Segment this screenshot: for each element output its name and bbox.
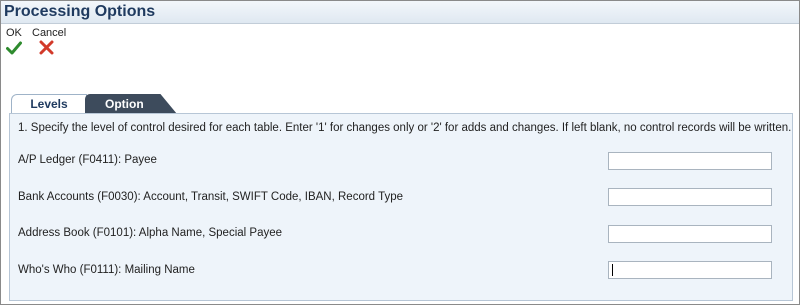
instruction-text: 1. Specify the level of control desired … (18, 122, 792, 134)
field-label-whos-who: Who's Who (F0111): Mailing Name (18, 264, 195, 276)
title-bar: Processing Options (1, 1, 799, 24)
cancel-button[interactable]: Cancel (32, 27, 66, 59)
tab-strip: Levels Option (1, 91, 799, 114)
whos-who-input[interactable] (608, 261, 772, 279)
toolbar: OK Cancel (1, 25, 799, 61)
bank-accounts-input[interactable] (608, 188, 772, 206)
x-icon (39, 40, 66, 59)
address-book-input[interactable] (608, 225, 772, 243)
text-caret (612, 264, 613, 276)
tab-option[interactable]: Option (85, 94, 177, 114)
checkmark-icon (6, 40, 22, 59)
field-label-ap-ledger: A/P Ledger (F0411): Payee (18, 154, 157, 166)
field-label-bank-accounts: Bank Accounts (F0030): Account, Transit,… (18, 191, 403, 203)
processing-options-window: Processing Options OK Cancel Levels Opti… (0, 0, 800, 305)
tab-levels[interactable]: Levels (11, 94, 87, 114)
window-title: Processing Options (4, 3, 156, 20)
cancel-button-label: Cancel (32, 27, 67, 39)
ok-button[interactable]: OK (6, 27, 22, 59)
levels-panel: 1. Specify the level of control desired … (9, 113, 793, 301)
ap-ledger-input[interactable] (608, 152, 772, 170)
field-label-address-book: Address Book (F0101): Alpha Name, Specia… (18, 227, 283, 239)
ok-button-label: OK (6, 27, 22, 39)
